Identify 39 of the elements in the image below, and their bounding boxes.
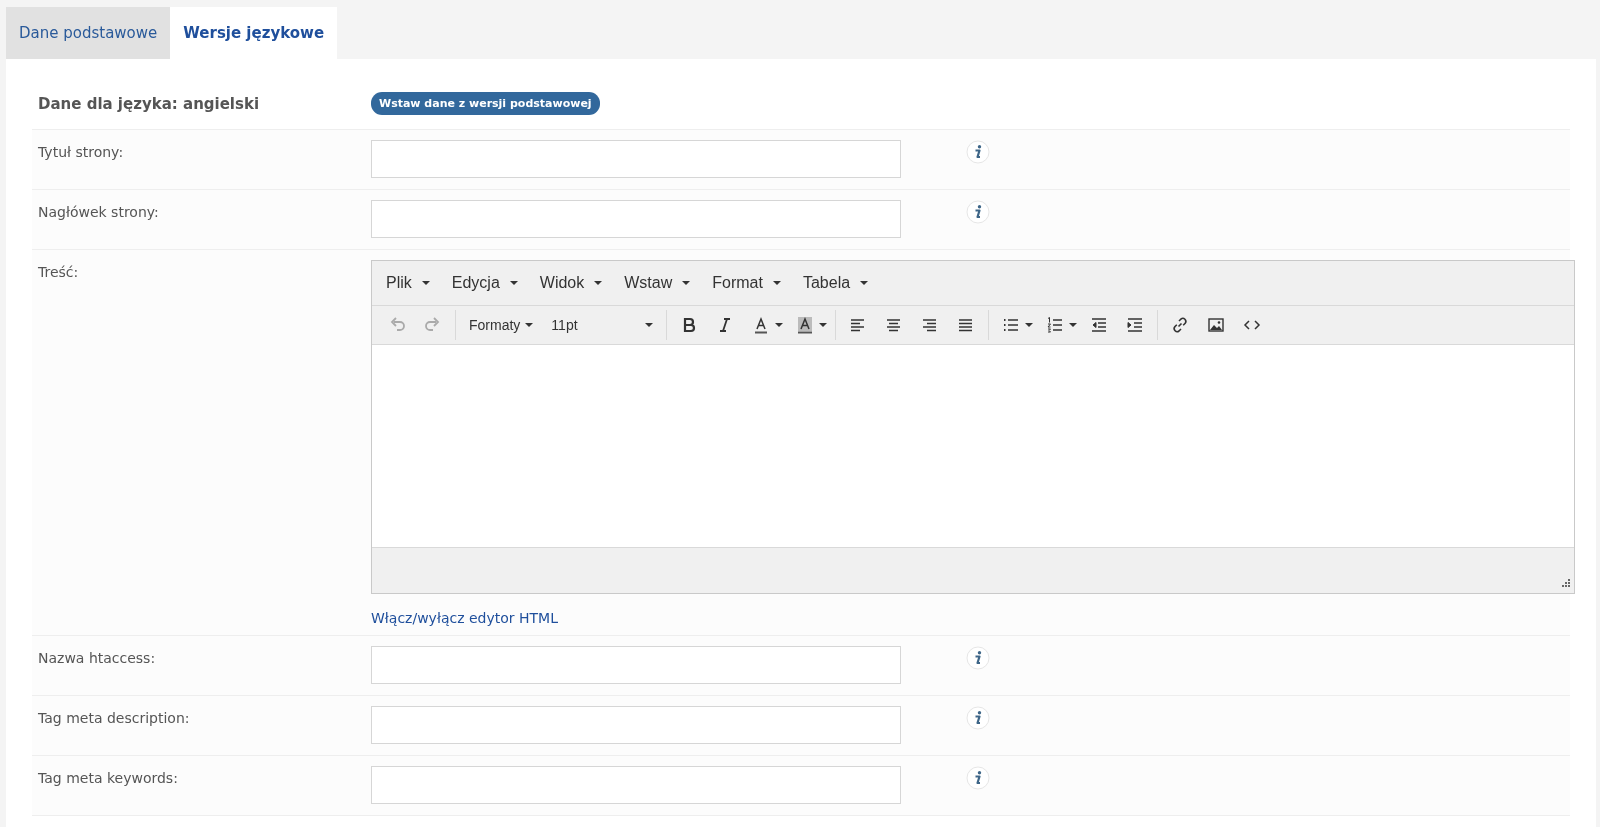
- image-icon: [1207, 316, 1226, 334]
- text-input[interactable]: [371, 766, 901, 804]
- info-icon[interactable]: [966, 766, 990, 790]
- undo-icon: [388, 316, 406, 334]
- tab[interactable]: Dane podstawowe: [6, 7, 171, 59]
- field-label: Tytuł strony:: [37, 143, 125, 162]
- html-editor-toggle-link[interactable]: Włącz/wyłącz edytor HTML: [371, 610, 558, 626]
- link-icon: [1171, 316, 1190, 334]
- text-input[interactable]: [371, 140, 901, 178]
- numbered-list-icon: [1046, 316, 1065, 334]
- text-input[interactable]: [371, 706, 901, 744]
- text-input[interactable]: [371, 200, 901, 238]
- resize-handle-icon[interactable]: [1560, 579, 1570, 589]
- tab[interactable]: Wersje językowe: [170, 7, 338, 59]
- font-size-select[interactable]: 11pt: [542, 310, 663, 340]
- info-icon[interactable]: [966, 200, 990, 224]
- menu-item[interactable]: Edycja: [443, 274, 526, 292]
- menu-item[interactable]: Tabela: [794, 274, 877, 292]
- insert-data-button[interactable]: Wstaw dane z wersji podstawowej: [371, 92, 600, 115]
- language-heading: Dane dla języka: angielski: [37, 94, 261, 113]
- field-label: Nagłówek strony:: [37, 203, 160, 222]
- text-input[interactable]: [371, 646, 901, 684]
- info-icon[interactable]: [966, 140, 990, 164]
- formats-dropdown[interactable]: Formaty: [460, 310, 543, 340]
- menu-item[interactable]: Wstaw: [616, 274, 699, 292]
- menu-item[interactable]: Plik: [378, 274, 438, 292]
- indent-icon: [1126, 316, 1145, 334]
- outdent-icon: [1090, 316, 1109, 334]
- bullet-list-icon: [1002, 316, 1021, 334]
- backcolor-icon: [796, 316, 815, 334]
- menu-item[interactable]: Widok: [531, 274, 611, 292]
- field-label: Tag meta keywords:: [37, 769, 179, 788]
- field-label: Tag meta description:: [37, 709, 191, 728]
- field-label: Treść:: [37, 263, 80, 282]
- info-icon[interactable]: [966, 646, 990, 670]
- info-icon[interactable]: [966, 706, 990, 730]
- menu-item[interactable]: Format: [704, 274, 789, 292]
- field-label: Nazwa htaccess:: [37, 649, 157, 668]
- redo-icon: [424, 316, 442, 334]
